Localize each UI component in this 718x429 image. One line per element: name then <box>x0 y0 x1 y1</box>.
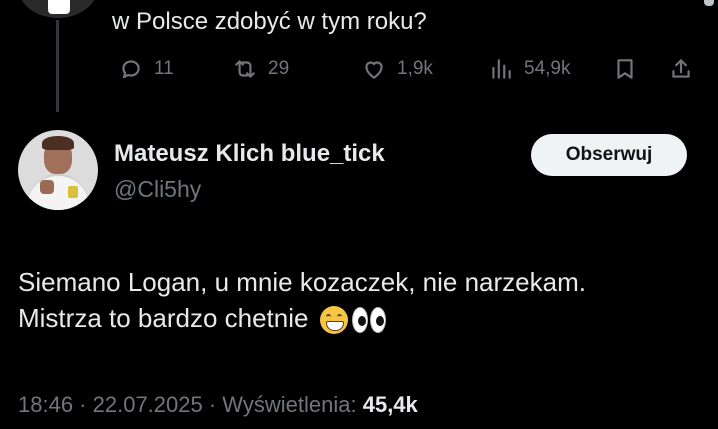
author-avatar[interactable] <box>18 130 98 210</box>
views-total[interactable]: 45,4k <box>363 392 418 417</box>
eyes-emoji-icon <box>351 307 388 334</box>
bookmark-button[interactable] <box>612 52 638 86</box>
reply-count: 11 <box>154 58 174 79</box>
tweet-time[interactable]: 18:46 <box>18 392 73 417</box>
thread-connector-line <box>56 20 59 112</box>
cropped-glyph <box>704 0 714 6</box>
avatar-shirt <box>28 174 88 210</box>
follow-button[interactable]: Obserwuj <box>531 134 687 176</box>
reply-icon <box>122 60 140 79</box>
share-button[interactable] <box>668 52 694 86</box>
views-button[interactable]: 54,9k <box>488 52 570 86</box>
tweet-date[interactable]: 22.07.2025 <box>93 392 203 417</box>
previous-tweet-text: w Polsce zdobyć w tym roku? <box>112 8 427 35</box>
avatar-club-badge <box>68 186 78 198</box>
bookmark-icon <box>617 59 633 79</box>
avatar-hair <box>42 136 74 150</box>
views-bar-chart-icon <box>492 59 511 79</box>
author-name[interactable]: Mateusz Klich blue_tick <box>114 140 385 168</box>
tweet-body-line-2-wrap: Mistrza to bardzo chetnie <box>18 300 708 336</box>
tweet-body: Siemano Logan, u mnie kozaczek, nie narz… <box>18 264 708 336</box>
heart-icon <box>365 61 383 79</box>
previous-tweet-action-bar: 11 29 1,9k 54,9k <box>112 52 702 86</box>
views-label: Wyświetlenia: <box>222 392 357 417</box>
grinning-emoji-icon <box>319 306 348 335</box>
emoji-group <box>319 306 388 335</box>
like-button[interactable]: 1,9k <box>361 52 433 86</box>
views-count: 54,9k <box>524 58 571 79</box>
tweet-meta: 18:46 · 22.07.2025 · Wyświetlenia: 45,4k <box>18 392 418 418</box>
reply-button[interactable]: 11 <box>118 52 174 86</box>
tweet-body-line-2: Mistrza to bardzo chetnie <box>18 303 309 333</box>
tweet-body-line-1: Siemano Logan, u mnie kozaczek, nie narz… <box>18 267 586 297</box>
avatar-hand <box>40 180 54 194</box>
repost-icon <box>235 60 255 78</box>
previous-tweet-avatar[interactable] <box>18 0 98 18</box>
repost-count: 29 <box>268 58 290 79</box>
meta-separator-1: · <box>73 392 93 417</box>
meta-separator-2: · <box>202 392 223 417</box>
repost-button[interactable]: 29 <box>232 52 289 86</box>
share-icon <box>672 59 690 78</box>
author-handle[interactable]: @Cli5hy <box>114 176 201 203</box>
like-count: 1,9k <box>397 58 433 79</box>
